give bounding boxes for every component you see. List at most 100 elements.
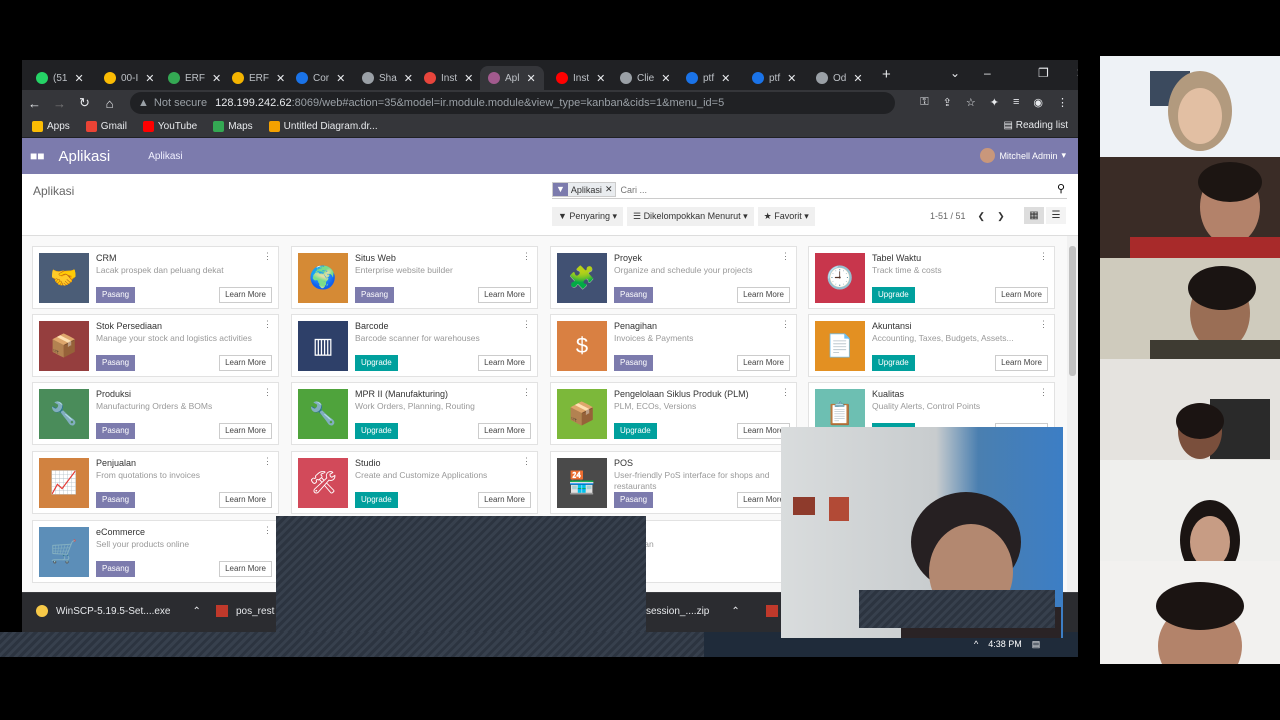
participant-video[interactable] — [1100, 56, 1280, 157]
app-card[interactable]: 🤝 CRM Lacak prospek dan peluang dekat Pasan… — [32, 246, 279, 309]
user-menu[interactable]: Mitchell Admin ▾ — [980, 148, 1066, 163]
upgrade-button[interactable]: Upgrade — [355, 355, 398, 371]
install-button[interactable]: Pasang — [614, 287, 654, 303]
key-icon[interactable]: ⚿ — [920, 96, 928, 109]
close-tab-icon[interactable]: ✕ — [787, 72, 796, 85]
card-menu-icon[interactable]: ⋮ — [263, 251, 272, 262]
learn-more-button[interactable]: Learn More — [995, 355, 1048, 371]
close-tab-icon[interactable]: ✕ — [526, 72, 535, 85]
facet-remove-icon[interactable]: ✕ — [605, 184, 616, 195]
menu-aplikasi[interactable]: Aplikasi — [148, 151, 182, 162]
install-button[interactable]: Pasang — [614, 492, 654, 508]
learn-more-button[interactable]: Learn More — [478, 287, 531, 303]
app-card[interactable]: 🧩 Proyek Organize and schedule your projec… — [550, 246, 797, 309]
media-icon[interactable]: ≡ — [1013, 96, 1019, 109]
chevron-up-icon[interactable]: ⌃ — [731, 606, 739, 617]
bookmark-item[interactable]: YouTube — [142, 121, 197, 132]
tab-search-icon[interactable]: ⌄ — [950, 66, 960, 80]
app-brand[interactable]: Aplikasi — [59, 148, 111, 165]
card-menu-icon[interactable]: ⋮ — [522, 319, 531, 330]
back-icon[interactable]: ← — [22, 96, 47, 111]
browser-tab[interactable]: 00-I ✕ — [104, 66, 154, 90]
participant-video[interactable] — [1100, 359, 1280, 460]
share-icon[interactable]: ⇪ — [943, 96, 952, 109]
browser-tab[interactable]: ERF ✕ — [168, 66, 221, 90]
card-menu-icon[interactable]: ⋮ — [1039, 251, 1048, 262]
close-tab-icon[interactable]: ✕ — [661, 72, 670, 85]
bookmark-item[interactable]: Maps — [213, 121, 253, 132]
close-tab-icon[interactable]: ✕ — [721, 72, 730, 85]
card-menu-icon[interactable]: ⋮ — [522, 456, 531, 467]
download-item[interactable]: WinSCP-5.19.5-Set....exe ⌃ — [36, 605, 201, 617]
close-tab-icon[interactable]: ✕ — [212, 72, 221, 85]
search-icon[interactable]: ⚲ — [1057, 182, 1065, 195]
app-card[interactable]: 📦 Pengelolaan Siklus Produk (PLM) PLM, ECO… — [550, 382, 797, 445]
card-menu-icon[interactable]: ⋮ — [1039, 387, 1048, 398]
close-tab-icon[interactable]: ✕ — [464, 72, 473, 85]
app-card[interactable]: 🛒 eCommerce Sell your products online Pasan… — [32, 520, 279, 583]
close-window-icon[interactable]: ✕ — [1076, 66, 1078, 80]
card-menu-icon[interactable]: ⋮ — [263, 319, 272, 330]
card-menu-icon[interactable]: ⋮ — [1039, 319, 1048, 330]
learn-more-button[interactable]: Learn More — [478, 423, 531, 439]
card-menu-icon[interactable]: ⋮ — [781, 387, 790, 398]
close-tab-icon[interactable]: ✕ — [145, 72, 154, 85]
tray-up-icon[interactable]: ^ — [974, 639, 978, 650]
clock[interactable]: 4:38 PM — [988, 639, 1022, 650]
browser-tab[interactable]: ptf ✕ — [752, 66, 796, 90]
install-button[interactable]: Pasang — [96, 492, 136, 508]
app-card[interactable]: 📄 Akuntansi Accounting, Taxes, Budgets, As… — [808, 314, 1055, 377]
filter-button[interactable]: ▼ Penyaring ▾ — [552, 207, 623, 226]
groupby-button[interactable]: ☰ Dikelompokkan Menurut ▾ — [626, 207, 754, 226]
card-menu-icon[interactable]: ⋮ — [522, 387, 531, 398]
learn-more-button[interactable]: Learn More — [219, 287, 272, 303]
browser-tab[interactable]: Sha ✕ — [362, 66, 413, 90]
bookmark-item[interactable]: Apps — [32, 121, 70, 132]
card-menu-icon[interactable]: ⋮ — [263, 456, 272, 467]
kanban-view-icon[interactable]: ▦ — [1024, 207, 1044, 224]
app-card[interactable]: 🔧 MPR II (Manufakturing) Work Orders, Plan… — [291, 382, 538, 445]
participant-video[interactable] — [1100, 561, 1280, 664]
app-card[interactable]: 📈 Penjualan From quotations to invoices Pas… — [32, 451, 279, 514]
app-card[interactable]: $ Penagihan Invoices & Payments Pasang Learn… — [550, 314, 797, 377]
card-menu-icon[interactable]: ⋮ — [522, 251, 531, 262]
profile-icon[interactable]: ◉ — [1033, 96, 1043, 109]
close-tab-icon[interactable]: ✕ — [853, 72, 862, 85]
app-card[interactable]: 🌍 Situs Web Enterprise website builder Pasa… — [291, 246, 538, 309]
learn-more-button[interactable]: Learn More — [737, 355, 790, 371]
browser-tab[interactable]: Apl ✕ — [480, 66, 544, 90]
install-button[interactable]: Pasang — [96, 561, 136, 577]
notification-icon[interactable]: ▤ — [1032, 639, 1041, 650]
pager-next-icon[interactable]: ❯ — [997, 211, 1005, 222]
app-card[interactable]: 🕘 Tabel Waktu Track time & costs Upgrade Lea… — [808, 246, 1055, 309]
scrollbar-thumb[interactable] — [1069, 246, 1076, 376]
card-menu-icon[interactable]: ⋮ — [263, 525, 272, 536]
pager-value[interactable]: 1-51 / 51 — [930, 211, 966, 222]
chevron-up-icon[interactable]: ⌃ — [193, 606, 201, 617]
home-icon[interactable]: ⌂ — [97, 96, 122, 111]
learn-more-button[interactable]: Learn More — [995, 287, 1048, 303]
forward-icon[interactable]: → — [47, 96, 72, 111]
browser-tab[interactable]: Inst ✕ — [556, 66, 605, 90]
card-menu-icon[interactable]: ⋮ — [781, 319, 790, 330]
close-tab-icon[interactable]: ✕ — [596, 72, 605, 85]
reload-icon[interactable]: ↻ — [72, 95, 97, 111]
install-button[interactable]: Pasang — [96, 287, 136, 303]
upgrade-button[interactable]: Upgrade — [872, 287, 915, 303]
learn-more-button[interactable]: Learn More — [219, 423, 272, 439]
bookmark-item[interactable]: Untitled Diagram.dr... — [268, 121, 378, 132]
participant-video[interactable] — [1100, 157, 1280, 258]
list-view-icon[interactable]: ☰ — [1046, 207, 1066, 224]
star-icon[interactable]: ☆ — [966, 96, 976, 109]
browser-tab[interactable]: Inst ✕ — [424, 66, 473, 90]
learn-more-button[interactable]: Learn More — [478, 492, 531, 508]
participant-video[interactable] — [1100, 258, 1280, 359]
upgrade-button[interactable]: Upgrade — [614, 423, 657, 439]
install-button[interactable]: Pasang — [355, 287, 395, 303]
search-input[interactable] — [620, 184, 1001, 195]
upgrade-button[interactable]: Upgrade — [355, 423, 398, 439]
browser-tab[interactable]: ERF ✕ — [232, 66, 285, 90]
url-field[interactable]: ▲ Not secure 128.199.242.62:8069/web#act… — [130, 92, 895, 114]
close-tab-icon[interactable]: ✕ — [74, 72, 83, 85]
app-card[interactable]: 🛠 Studio Create and Customize Applications… — [291, 451, 538, 514]
